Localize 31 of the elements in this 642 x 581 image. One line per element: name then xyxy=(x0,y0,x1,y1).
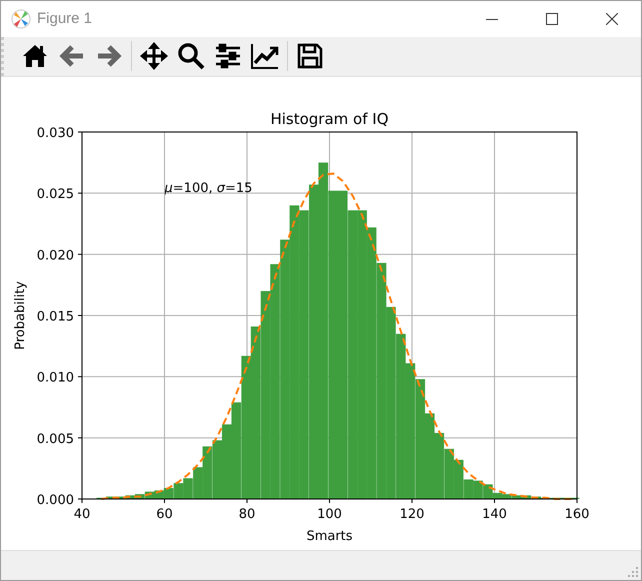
zoom-icon[interactable] xyxy=(176,41,206,72)
x-tick-label: 80 xyxy=(238,506,256,522)
app-logo-icon xyxy=(11,8,31,29)
chart-title: Histogram of IQ xyxy=(270,110,389,128)
line-chart-icon[interactable] xyxy=(250,41,280,72)
y-tick-label: 0.025 xyxy=(36,186,74,202)
x-axis-label: Smarts xyxy=(306,528,353,544)
histogram-bar xyxy=(212,440,222,499)
y-tick-label: 0.005 xyxy=(36,432,74,447)
x-tick-label: 40 xyxy=(74,506,90,522)
x-tick-label: 60 xyxy=(156,506,173,522)
x-tick-label: 100 xyxy=(317,506,342,522)
y-tick-label: 0.010 xyxy=(36,370,74,386)
y-tick-label: 0.000 xyxy=(36,492,74,508)
window-title: Figure 1 xyxy=(37,10,92,28)
histogram-bar xyxy=(473,480,483,499)
y-tick-label: 0.020 xyxy=(36,248,74,264)
annotation-text: μ=100, σ=15 xyxy=(164,180,252,196)
histogram-bar xyxy=(444,448,454,499)
x-tick-label: 140 xyxy=(482,506,507,522)
sliders-icon[interactable] xyxy=(213,41,243,72)
resize-grip-icon[interactable] xyxy=(628,567,638,577)
y-tick-label: 0.015 xyxy=(36,309,74,324)
y-axis-label: Probability xyxy=(13,280,28,350)
x-tick-label: 120 xyxy=(400,506,424,522)
close-icon[interactable] xyxy=(606,12,618,25)
x-tick-label: 160 xyxy=(564,506,590,522)
maximize-icon[interactable] xyxy=(546,12,558,25)
move-icon[interactable] xyxy=(139,41,169,72)
y-tick-label: 0.030 xyxy=(36,126,74,141)
save-icon[interactable] xyxy=(295,41,325,72)
